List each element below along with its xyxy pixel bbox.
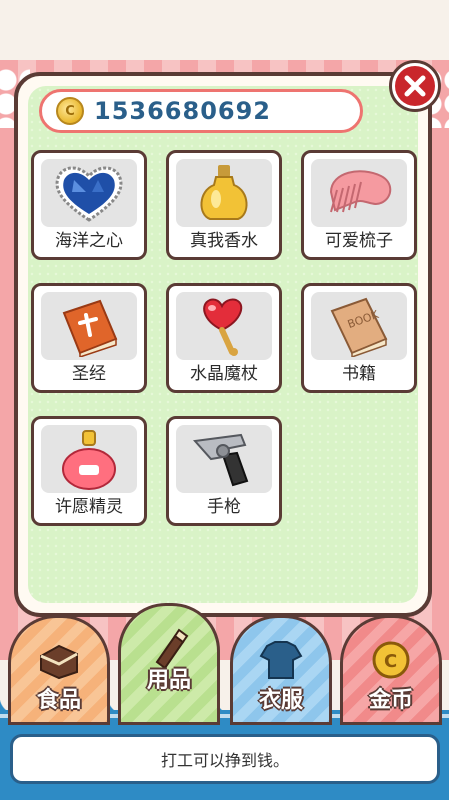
tab-label: 金币 <box>368 688 413 713</box>
item-card-books[interactable]: BOOK 书籍 <box>301 283 417 393</box>
item-card-crystal-wand[interactable]: 水晶魔杖 <box>166 283 282 393</box>
cake-icon <box>37 640 81 680</box>
bible-icon <box>41 292 137 360</box>
tab-supplies[interactable]: 用品 <box>118 603 220 725</box>
item-card-comb[interactable]: 可爱梳子 <box>301 150 417 260</box>
message-text: 打工可以挣到钱。 <box>160 751 289 770</box>
close-icon <box>395 66 435 106</box>
item-card-heart-of-ocean[interactable]: 海洋之心 <box>31 150 147 260</box>
item-label: 水晶魔杖 <box>190 364 258 384</box>
item-card-wish-spirit[interactable]: 许愿精灵 <box>31 416 147 526</box>
tab-label: 用品 <box>146 668 191 693</box>
coin-icon: C <box>56 97 84 125</box>
item-card-pistol[interactable]: 手枪 <box>166 416 282 526</box>
item-label: 许愿精灵 <box>55 497 123 517</box>
close-button[interactable] <box>389 60 441 112</box>
coin-balance-value: 1536680692 <box>94 97 271 125</box>
tab-label: 衣服 <box>258 688 303 713</box>
tab-food[interactable]: 食品 <box>8 615 110 725</box>
magic-wand-icon <box>176 292 272 360</box>
message-bar: 打工可以挣到钱。 <box>10 734 440 784</box>
item-label: 海洋之心 <box>55 231 123 251</box>
coin-icon: C <box>369 640 413 680</box>
item-card-bible[interactable]: 圣经 <box>31 283 147 393</box>
item-label: 真我香水 <box>190 231 258 251</box>
item-label: 圣经 <box>72 364 106 384</box>
svg-text:C: C <box>384 651 397 672</box>
item-label: 手枪 <box>207 497 241 517</box>
book-icon: BOOK <box>311 292 407 360</box>
shirt-icon <box>259 640 303 680</box>
tab-clothes[interactable]: 衣服 <box>230 615 332 725</box>
item-label: 可爱梳子 <box>325 231 393 251</box>
coin-balance: C 1536680692 <box>39 89 363 133</box>
tab-coins[interactable]: C 金币 <box>340 615 442 725</box>
pistol-icon <box>176 425 272 493</box>
wish-bottle-icon <box>41 425 137 493</box>
tab-label: 食品 <box>36 688 81 713</box>
comb-icon <box>311 159 407 227</box>
item-label: 书籍 <box>342 364 376 384</box>
heart-gem-icon <box>41 159 137 227</box>
perfume-icon <box>176 159 272 227</box>
item-card-perfume[interactable]: 真我香水 <box>166 150 282 260</box>
